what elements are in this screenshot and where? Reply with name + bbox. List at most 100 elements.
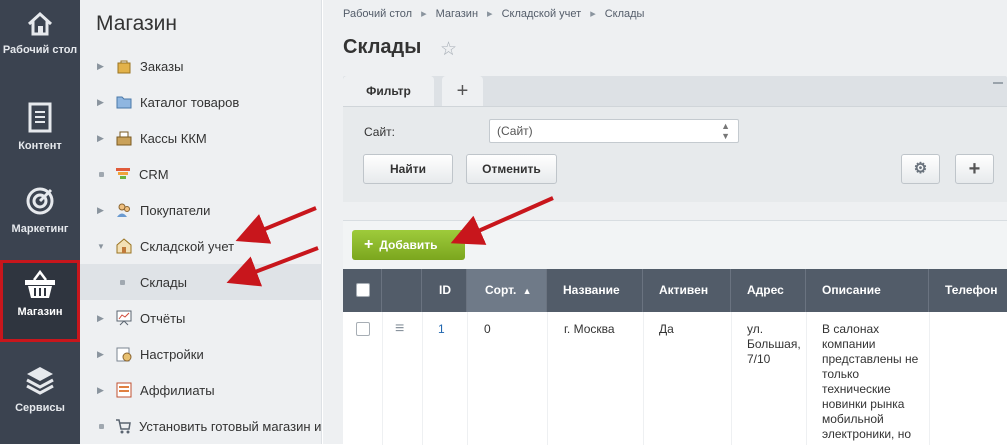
nav-marketing[interactable]: Маркетинг [0,177,80,257]
menu-item-settings[interactable]: ▶ Настройки [80,336,322,372]
column-name[interactable]: Название [547,269,643,312]
chart-board-icon [115,310,132,327]
menu-item-reports[interactable]: ▶ Отчёты [80,300,322,336]
table-header: ID Сорт. ▲ Название Активен Адрес Описан… [343,269,1007,312]
expand-arrow-icon[interactable]: ▶ [97,385,105,396]
menu-item-cash-registers[interactable]: ▶ Кассы ККМ [80,120,322,156]
address-line: ул. [747,322,764,336]
bullet-icon [99,423,104,429]
cell-active: Да [659,322,674,336]
users-icon [115,202,132,219]
plus-icon: + [456,80,469,102]
nav-content[interactable]: Контент [0,94,80,174]
bullet-icon [120,279,125,285]
breadcrumb-separator-icon: ▸ [590,8,596,20]
nav-label: Магазин [17,306,63,318]
cell-address: ул. Большая, 7/10 [747,322,801,367]
bag-icon [115,58,132,75]
menu-item-label: CRM [139,166,169,182]
expand-arrow-icon[interactable]: ▶ [97,133,105,144]
expand-arrow-icon[interactable]: ▶ [97,61,105,72]
nav-services[interactable]: Сервисы [0,358,80,438]
filter-panel: Фильтр + Сайт: (Сайт) ▲ ▼ Найти Отменить … [343,76,1007,202]
column-description[interactable]: Описание [806,269,929,312]
cell-name: г. Москва [564,322,615,336]
menu-item-label: Отчёты [140,310,186,326]
menu-item-install-shop[interactable]: Установить готовый магазин и [80,408,322,444]
sort-asc-icon: ▲ [522,286,532,296]
breadcrumb-item[interactable]: Склады [605,8,645,20]
menu-item-label: Аффилиаты [140,382,215,398]
cell-description: В салонах компании представлены не тольк… [822,322,918,442]
gear-icon: ⚙ [913,160,928,177]
column-phone[interactable]: Телефон [929,269,1007,312]
menu-item-label: Склады [140,274,187,290]
menu-item-label: Каталог товаров [140,94,240,110]
row-checkbox[interactable] [356,322,370,336]
expand-arrow-icon[interactable]: ▶ [97,97,105,108]
description-line: технические [822,382,891,396]
address-line: 7/10 [747,352,771,366]
menu-item-customers[interactable]: ▶ Покупатели [80,192,322,228]
nav-desktop[interactable]: Рабочий стол [0,0,80,80]
menu-item-warehouses[interactable]: Склады [80,264,322,300]
breadcrumb-item[interactable]: Складской учет [502,8,582,20]
expand-arrow-icon[interactable]: ▶ [97,349,105,360]
site-select[interactable]: (Сайт) ▲ ▼ [489,119,739,143]
menu-item-crm[interactable]: CRM [80,156,322,192]
target-icon [26,187,54,215]
breadcrumb: Рабочий стол ▸ Магазин ▸ Складской учет ▸ Скла… [343,7,644,20]
header-actions [382,269,422,312]
find-button[interactable]: Найти [363,154,453,184]
funnel-icon [114,166,131,183]
site-label: Сайт: [364,125,396,139]
breadcrumb-item[interactable]: Магазин [436,8,478,20]
cell-sort: 0 [484,322,491,336]
tab-filter[interactable]: Фильтр [343,76,434,106]
description-line: новинки рынка [822,397,905,411]
breadcrumb-item[interactable]: Рабочий стол [343,8,412,20]
column-sort[interactable]: Сорт. ▲ [467,269,547,312]
expand-arrow-icon[interactable]: ▶ [97,313,105,324]
cancel-button[interactable]: Отменить [466,154,557,184]
add-filter-field-button[interactable]: + [955,154,994,184]
cell-id[interactable]: 1 [438,322,445,337]
add-button[interactable]: + Добавить [352,230,465,260]
section-menu: Магазин ▶ Заказы ▶ Каталог товаров ▶ Кас… [80,0,322,444]
menu-item-label: Заказы [140,58,184,74]
star-icon[interactable]: ☆ [440,38,457,61]
basket-icon [25,270,55,298]
add-filter-tab-button[interactable]: + [442,76,483,106]
column-label: Сорт. [485,283,517,297]
nav-label: Сервисы [15,402,65,414]
menu-item-label: Кассы ККМ [140,130,207,146]
column-active[interactable]: Активен [643,269,731,312]
description-line: В салонах [822,322,880,336]
menu-item-catalog[interactable]: ▶ Каталог товаров [80,84,322,120]
filter-settings-button[interactable]: ⚙ [901,154,940,184]
menu-item-warehouse[interactable]: ▼ Складской учет [80,228,322,264]
expand-arrow-icon[interactable]: ▶ [97,205,105,216]
collapse-arrow-icon[interactable]: ▼ [97,242,105,251]
description-line: электроники, но [822,427,912,441]
header-select-all [343,269,382,312]
plus-icon: + [364,236,374,253]
row-menu-icon[interactable]: ≡ [395,321,404,337]
description-line: мобильной [822,412,884,426]
warehouse-icon [115,238,132,255]
breadcrumb-separator-icon: ▸ [421,8,427,20]
description-line: только [822,367,860,381]
select-all-checkbox[interactable] [356,283,370,297]
menu-item-label: Установить готовый магазин и [139,418,322,434]
menu-title: Магазин [96,12,178,35]
menu-item-orders[interactable]: ▶ Заказы [80,48,322,84]
list-grid: + Добавить ID Сорт. ▲ Название Активен Ад… [343,220,1007,445]
register-icon [115,130,132,147]
nav-shop[interactable]: Магазин [0,260,80,342]
minimize-icon[interactable] [993,82,1003,84]
column-id[interactable]: ID [422,269,467,312]
menu-item-affiliates[interactable]: ▶ Аффилиаты [80,372,322,408]
column-address[interactable]: Адрес [731,269,806,312]
filter-body: Сайт: (Сайт) ▲ ▼ Найти Отменить ⚙ + [343,106,1007,202]
add-button-label: Добавить [379,238,438,252]
